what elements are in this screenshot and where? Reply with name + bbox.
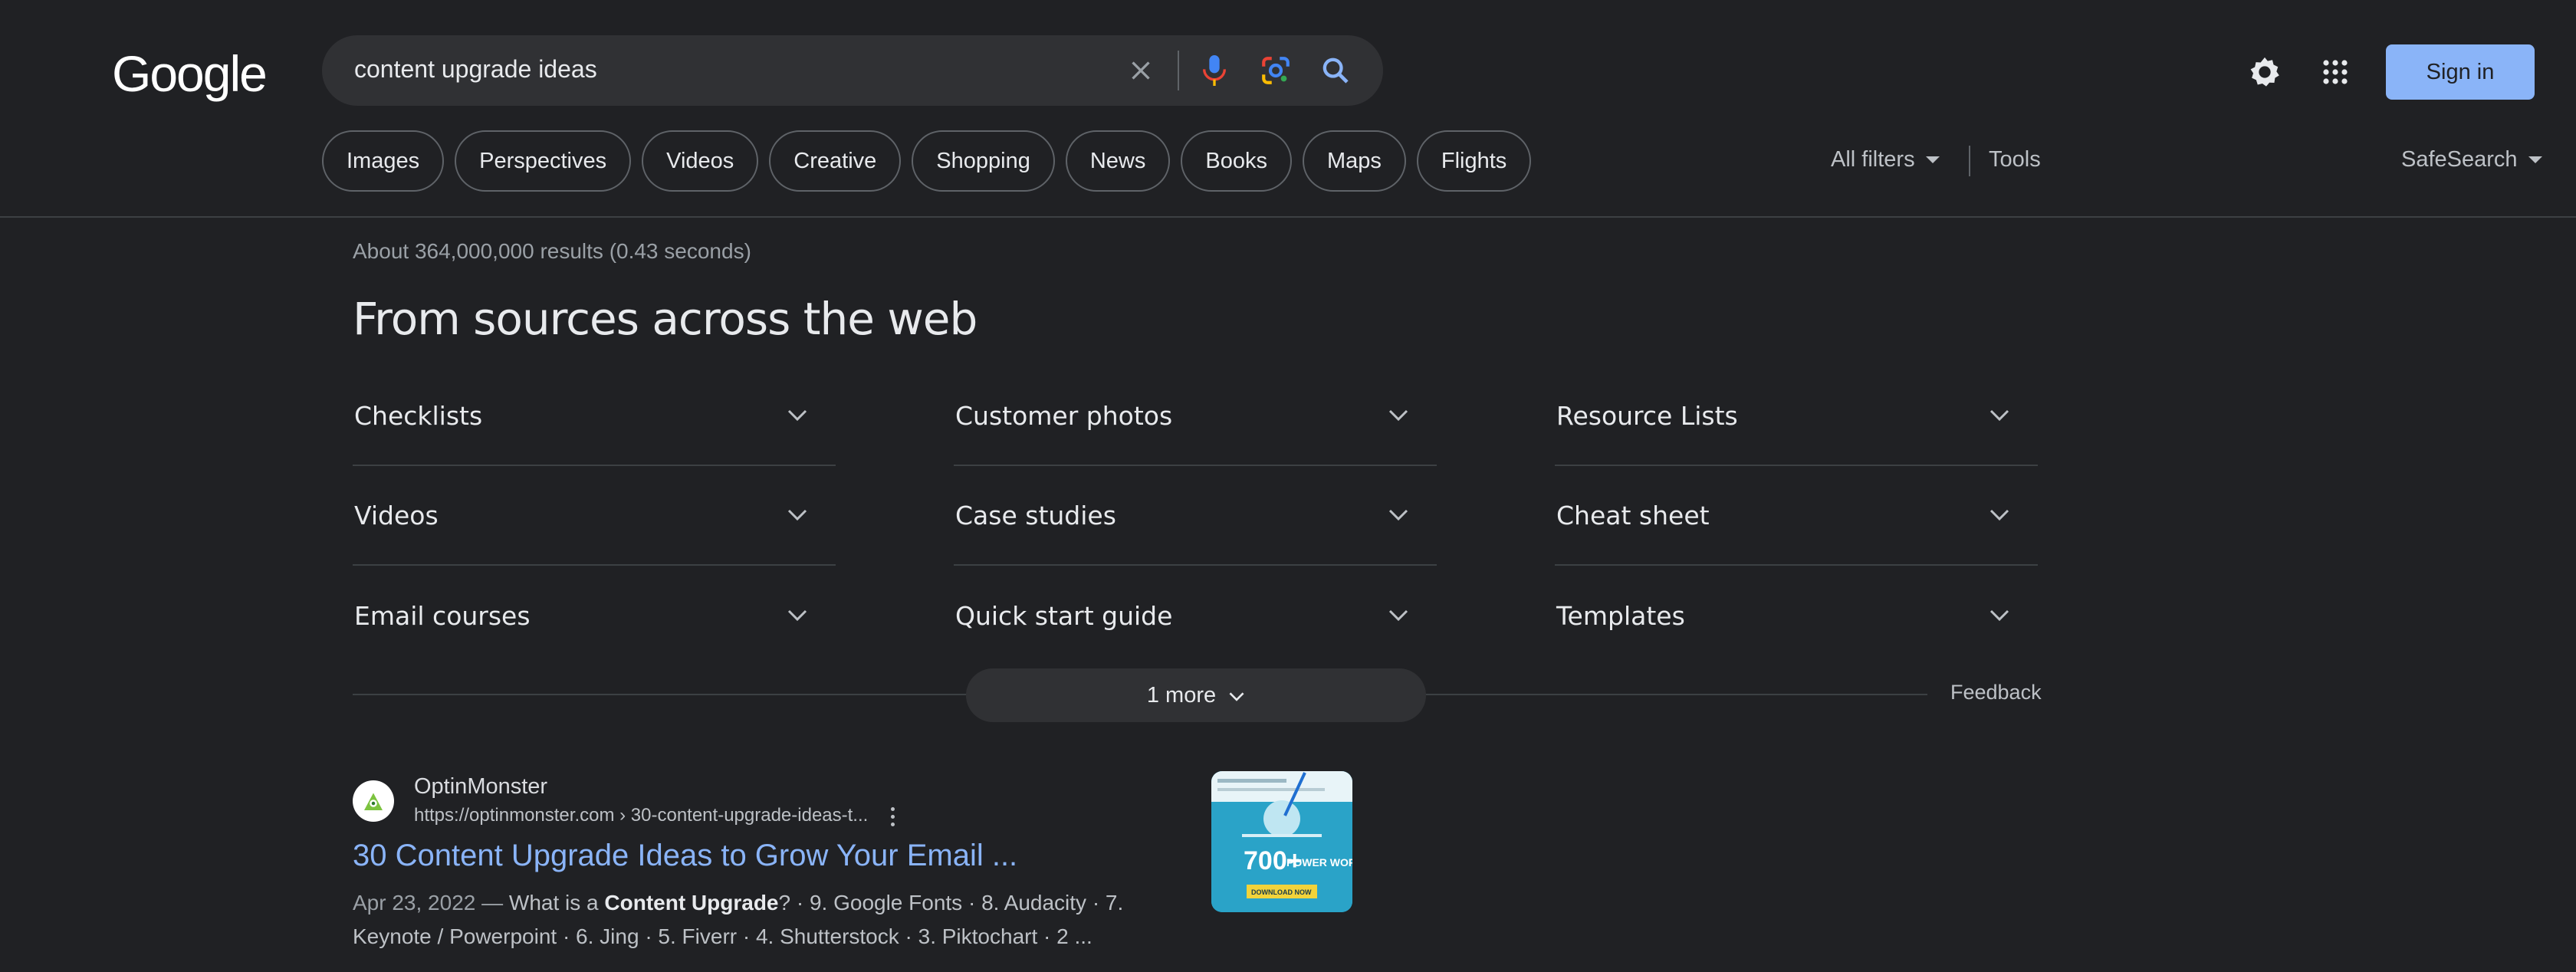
topic-item-cheat-sheet[interactable]: Cheat sheet: [1555, 466, 2038, 566]
all-filters-dropdown[interactable]: All filters: [1831, 147, 1940, 172]
chip-videos[interactable]: Videos: [642, 130, 759, 192]
topic-item-resource-lists[interactable]: Resource Lists: [1555, 366, 2038, 466]
chip-creative[interactable]: Creative: [769, 130, 902, 192]
chevron-down-icon: [1383, 500, 1414, 530]
chip-shopping[interactable]: Shopping: [912, 130, 1055, 192]
chevron-down-icon: [1984, 500, 2015, 530]
search-input[interactable]: content upgrade ideas: [354, 55, 597, 84]
sign-in-button[interactable]: Sign in: [2386, 44, 2535, 100]
show-more-button[interactable]: 1 more: [966, 668, 1426, 722]
site-favicon[interactable]: [353, 780, 394, 822]
chevron-down-icon: [1383, 400, 1414, 431]
topic-column: Checklists Videos Email courses: [353, 366, 836, 665]
chip-maps[interactable]: Maps: [1302, 130, 1406, 192]
topic-label: Customer photos: [955, 400, 1173, 431]
google-apps-icon[interactable]: [2314, 51, 2357, 94]
microphone-icon[interactable]: [1194, 51, 1234, 90]
show-more-label: 1 more: [1146, 682, 1217, 708]
chip-flights[interactable]: Flights: [1416, 130, 1532, 192]
topic-label: Cheat sheet: [1556, 500, 1710, 530]
result-title-link[interactable]: 30 Content Upgrade Ideas to Grow Your Em…: [353, 839, 1017, 873]
search-icon[interactable]: [1316, 51, 1355, 90]
search-divider: [1178, 51, 1179, 90]
topic-label: Videos: [354, 500, 439, 530]
chip-books[interactable]: Books: [1181, 130, 1292, 192]
topic-column: Resource Lists Cheat sheet Templates: [1555, 366, 2038, 665]
chip-news[interactable]: News: [1065, 130, 1171, 192]
settings-gear-icon[interactable]: [2243, 51, 2286, 94]
section-title: From sources across the web: [353, 293, 978, 345]
topic-label: Checklists: [354, 400, 483, 431]
filters-divider: [1969, 146, 1970, 176]
chevron-down-icon: [1984, 600, 2015, 631]
thumbnail-cta-text: DOWNLOAD NOW: [1251, 888, 1312, 896]
chevron-down-icon: [1984, 400, 2015, 431]
chevron-down-icon: [1228, 683, 1245, 708]
chevron-down-icon: [782, 400, 813, 431]
topic-item-videos[interactable]: Videos: [353, 466, 836, 566]
topic-label: Email courses: [354, 600, 531, 631]
topic-item-customer-photos[interactable]: Customer photos: [954, 366, 1437, 466]
topic-label: Case studies: [955, 500, 1116, 530]
chevron-down-icon: [1383, 600, 1414, 631]
topic-label: Templates: [1556, 600, 1685, 631]
google-logo[interactable]: Google: [112, 44, 268, 103]
result-snippet: Apr 23, 2022 — What is a Content Upgrade…: [353, 886, 1150, 954]
topic-item-checklists[interactable]: Checklists: [353, 366, 836, 466]
more-options-icon[interactable]: [883, 805, 902, 828]
chip-perspectives[interactable]: Perspectives: [455, 130, 632, 192]
result-stats: About 364,000,000 results (0.43 seconds): [353, 239, 751, 263]
filter-chips: Images Perspectives Videos Creative Shop…: [322, 130, 1532, 192]
result-url[interactable]: https://optinmonster.com › 30-content-up…: [414, 805, 868, 826]
snippet-highlight: Content Upgrade: [604, 891, 779, 915]
caret-down-icon: [1925, 156, 1940, 163]
thumbnail-image: 700+ POWER WORDS DOWNLOAD NOW: [1211, 771, 1352, 912]
all-filters-label: All filters: [1831, 147, 1915, 172]
safesearch-label: SafeSearch: [2401, 147, 2518, 172]
chevron-down-icon: [782, 500, 813, 530]
search-box[interactable]: content upgrade ideas: [322, 35, 1383, 106]
feedback-link[interactable]: Feedback: [1950, 681, 2042, 704]
chip-images[interactable]: Images: [322, 130, 445, 192]
topic-column: Customer photos Case studies Quick start…: [954, 366, 1437, 665]
lens-camera-icon[interactable]: [1256, 51, 1296, 90]
topic-label: Resource Lists: [1556, 400, 1738, 431]
header-divider: [0, 216, 2576, 218]
topic-label: Quick start guide: [955, 600, 1173, 631]
thumbnail-words-text: POWER WORDS: [1286, 856, 1352, 869]
topic-item-email-courses[interactable]: Email courses: [353, 566, 836, 665]
result-site-name[interactable]: OptinMonster: [414, 774, 547, 800]
caret-down-icon: [2528, 156, 2542, 163]
topic-item-templates[interactable]: Templates: [1555, 566, 2038, 665]
chevron-down-icon: [782, 600, 813, 631]
topic-item-case-studies[interactable]: Case studies: [954, 466, 1437, 566]
clear-icon[interactable]: [1121, 51, 1161, 90]
topic-item-quick-start-guide[interactable]: Quick start guide: [954, 566, 1437, 665]
safesearch-dropdown[interactable]: SafeSearch: [2401, 147, 2542, 172]
result-thumbnail[interactable]: 700+ POWER WORDS DOWNLOAD NOW: [1211, 771, 1352, 912]
snippet-text: What is a: [503, 891, 605, 915]
search-results-page: Google content upgrade ideas Sign in Ima…: [0, 0, 2576, 972]
tools-button[interactable]: Tools: [1989, 147, 2041, 172]
result-date: Apr 23, 2022 —: [353, 891, 504, 915]
